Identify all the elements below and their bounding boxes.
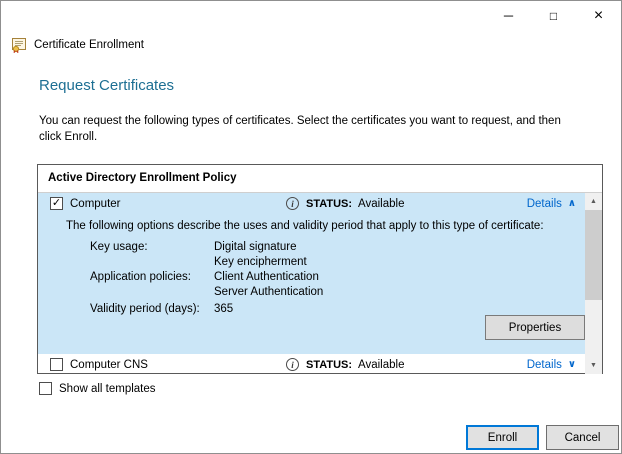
maximize-button[interactable]: □ (531, 1, 576, 30)
policy-content: ✓ Computer i STATUS: Available Details ∧… (38, 193, 602, 374)
key-usage-label: Key usage: (90, 241, 148, 253)
close-button[interactable]: × (576, 1, 621, 30)
details-link-label: Details (527, 198, 562, 210)
check-icon: ✓ (52, 198, 61, 209)
details-intro: The following options describe the uses … (66, 220, 544, 232)
scroll-down-icon: ▼ (590, 362, 597, 369)
policy-header: Active Directory Enrollment Policy (38, 165, 602, 193)
template-name: Computer (70, 198, 121, 210)
show-all-templates-row: Show all templates (39, 382, 156, 395)
status-value: Available (358, 359, 404, 371)
page-description-line2: click Enroll. (39, 129, 599, 145)
template-computer-cns: Computer CNS i STATUS: Available Details… (38, 354, 585, 375)
show-all-templates-checkbox[interactable] (39, 382, 52, 395)
scroll-down-button[interactable]: ▼ (585, 357, 602, 374)
details-link-computer[interactable]: Details ∧ (527, 193, 576, 214)
chevron-up-icon: ∧ (568, 198, 576, 209)
status-label: STATUS: (306, 359, 352, 371)
scroll-thumb[interactable] (585, 210, 602, 300)
scroll-up-icon: ▲ (590, 198, 597, 205)
page-description-line1: You can request the following types of c… (39, 113, 599, 129)
info-glyph: i (291, 360, 294, 370)
enroll-button[interactable]: Enroll (466, 425, 539, 450)
template-computer: ✓ Computer i STATUS: Available Details ∧… (38, 193, 585, 354)
close-icon: × (594, 7, 603, 25)
template-row[interactable]: ✓ Computer i STATUS: Available Details ∧ (38, 193, 585, 214)
window-title-row: Certificate Enrollment (11, 37, 144, 53)
scroll-up-button[interactable]: ▲ (585, 193, 602, 210)
status-label: STATUS: (306, 198, 352, 210)
properties-button[interactable]: Properties (485, 315, 585, 340)
info-icon: i (286, 197, 299, 210)
application-policies-label: Application policies: (90, 271, 191, 283)
status-value: Available (358, 198, 404, 210)
computer-cns-checkbox[interactable] (50, 358, 63, 371)
application-policies-value: Server Authentication (214, 286, 323, 298)
validity-period-value: 365 (214, 303, 233, 315)
chevron-down-icon: ∨ (568, 359, 576, 370)
validity-period-label: Validity period (days): (90, 303, 200, 315)
template-row[interactable]: Computer CNS i STATUS: Available Details… (38, 354, 585, 375)
policy-panel: Active Directory Enrollment Policy ✓ Com… (37, 164, 603, 374)
minimize-button[interactable]: ─ (486, 1, 531, 30)
maximize-icon: □ (550, 9, 557, 23)
details-link-computer-cns[interactable]: Details ∨ (527, 354, 576, 375)
page-description: You can request the following types of c… (39, 113, 599, 145)
template-details-panel: The following options describe the uses … (38, 214, 585, 354)
info-glyph: i (291, 199, 294, 209)
cancel-button[interactable]: Cancel (546, 425, 619, 450)
minimize-icon: ─ (504, 8, 513, 23)
template-name: Computer CNS (70, 359, 148, 371)
key-usage-value: Key encipherment (214, 256, 307, 268)
details-link-label: Details (527, 359, 562, 371)
certificate-icon (11, 37, 27, 53)
application-policies-value: Client Authentication (214, 271, 319, 283)
certificate-enrollment-window: ─ □ × Certificate Enrollment Request Cer… (0, 0, 622, 454)
show-all-templates-label: Show all templates (59, 383, 156, 395)
scrollbar[interactable]: ▲ ▼ (585, 193, 602, 374)
info-icon: i (286, 358, 299, 371)
window-title: Certificate Enrollment (34, 39, 144, 51)
key-usage-value: Digital signature (214, 241, 296, 253)
window-controls: ─ □ × (486, 1, 621, 30)
page-title: Request Certificates (39, 77, 174, 94)
computer-checkbox[interactable]: ✓ (50, 197, 63, 210)
